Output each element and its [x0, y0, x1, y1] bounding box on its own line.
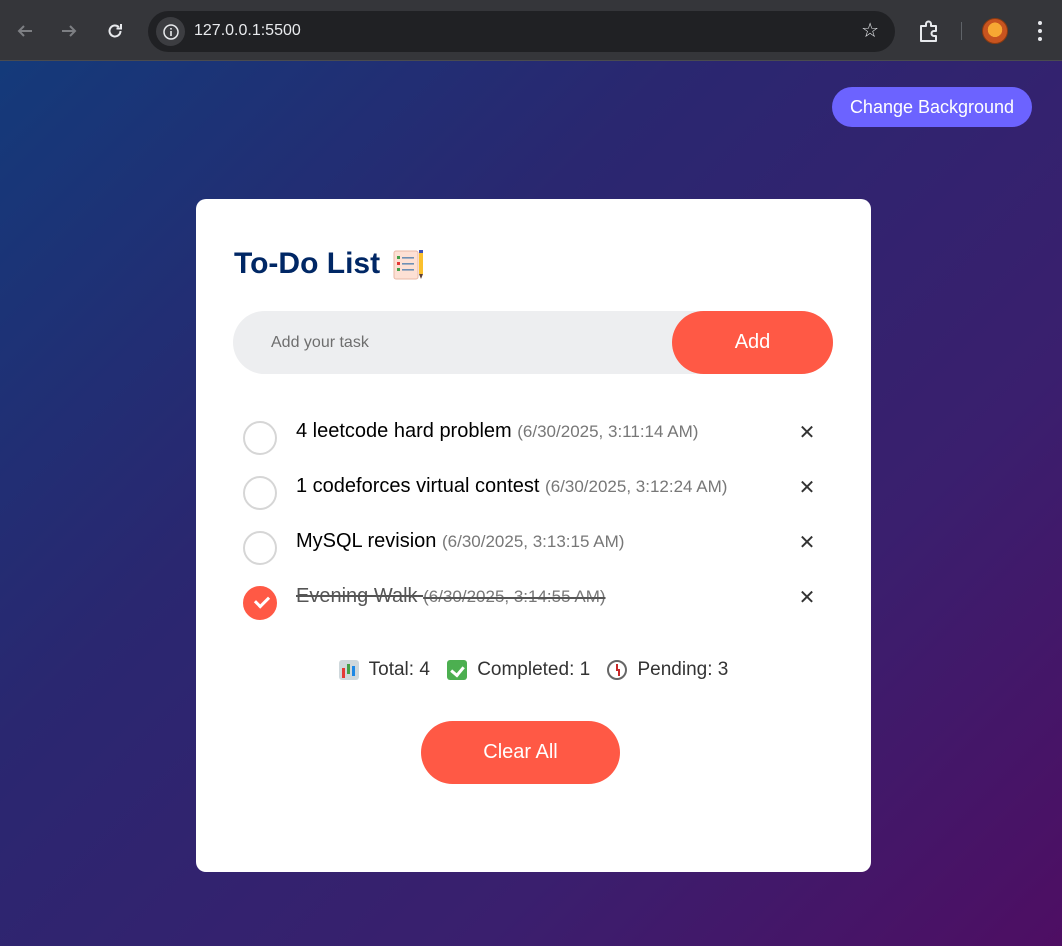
task-label[interactable]: 1 codeforces virtual contest (6/30/2025,…	[296, 475, 727, 498]
task-item[interactable]: MySQL revision (6/30/2025, 3:13:15 AM) ✕	[234, 523, 834, 578]
change-background-button[interactable]: Change Background	[832, 87, 1032, 127]
toolbar-divider	[961, 22, 962, 40]
todo-card: To-Do List Add your task Add 4 leetcode …	[196, 199, 871, 872]
notepad-icon	[392, 248, 426, 280]
task-item[interactable]: 1 codeforces virtual contest (6/30/2025,…	[234, 468, 834, 523]
delete-task-icon[interactable]: ✕	[796, 587, 818, 609]
stat-pending: Pending: 3	[607, 659, 728, 681]
task-label[interactable]: Evening Walk (6/30/2025, 3:14:55 AM)	[296, 585, 606, 608]
task-item[interactable]: 4 leetcode hard problem (6/30/2025, 3:11…	[234, 413, 834, 468]
task-timestamp: (6/30/2025, 3:11:14 AM)	[517, 422, 699, 441]
stat-completed: Completed: 1	[447, 659, 590, 681]
menu-icon[interactable]	[1032, 18, 1048, 44]
extensions-icon[interactable]	[916, 18, 942, 44]
add-task-button[interactable]: Add	[672, 311, 833, 374]
profile-avatar[interactable]	[982, 18, 1008, 44]
bookmark-star-icon[interactable]: ☆	[861, 20, 879, 42]
task-checkbox[interactable]	[243, 531, 277, 565]
task-checkbox[interactable]	[243, 476, 277, 510]
delete-task-icon[interactable]: ✕	[796, 532, 818, 554]
task-name: MySQL revision	[296, 530, 437, 552]
pending-count: Pending: 3	[637, 659, 729, 680]
back-arrow-icon[interactable]	[10, 16, 40, 46]
task-name: Evening Walk	[296, 585, 418, 607]
clock-icon	[607, 660, 628, 680]
task-timestamp: (6/30/2025, 3:13:15 AM)	[441, 532, 625, 551]
address-bar[interactable]: 127.0.0.1:5500 ☆	[148, 11, 895, 52]
site-info-icon[interactable]	[156, 17, 185, 46]
task-input-row: Add	[233, 311, 833, 374]
completed-count: Completed: 1	[477, 659, 591, 680]
check-mark-icon	[447, 660, 468, 680]
total-count: Total: 4	[368, 659, 430, 680]
task-stats: Total: 4 Completed: 1 Pending: 3	[196, 659, 871, 686]
task-item-completed[interactable]: Evening Walk (6/30/2025, 3:14:55 AM) ✕	[234, 578, 834, 633]
task-timestamp: (6/30/2025, 3:14:55 AM)	[423, 587, 606, 606]
task-checkbox-checked[interactable]	[243, 586, 277, 620]
title-row: To-Do List	[234, 247, 426, 281]
task-label[interactable]: 4 leetcode hard problem (6/30/2025, 3:11…	[296, 420, 698, 443]
page-background: Change Background To-Do List Add your ta…	[0, 61, 1062, 946]
task-timestamp: (6/30/2025, 3:12:24 AM)	[545, 477, 728, 496]
task-name: 1 codeforces virtual contest	[296, 475, 540, 497]
clear-all-button[interactable]: Clear All	[421, 721, 620, 784]
task-name: 4 leetcode hard problem	[296, 420, 512, 442]
task-input[interactable]	[233, 311, 673, 374]
task-list: 4 leetcode hard problem (6/30/2025, 3:11…	[234, 413, 834, 633]
delete-task-icon[interactable]: ✕	[796, 477, 818, 499]
bar-chart-icon	[338, 660, 359, 680]
task-label[interactable]: MySQL revision (6/30/2025, 3:13:15 AM)	[296, 530, 624, 553]
reload-icon[interactable]	[100, 16, 130, 46]
task-checkbox[interactable]	[243, 421, 277, 455]
url-text[interactable]: 127.0.0.1:5500	[194, 22, 301, 40]
stat-total: Total: 4	[338, 659, 430, 681]
page-title: To-Do List	[234, 247, 381, 280]
forward-arrow-icon[interactable]	[54, 16, 84, 46]
browser-toolbar: 127.0.0.1:5500 ☆	[0, 0, 1062, 61]
delete-task-icon[interactable]: ✕	[796, 422, 818, 444]
